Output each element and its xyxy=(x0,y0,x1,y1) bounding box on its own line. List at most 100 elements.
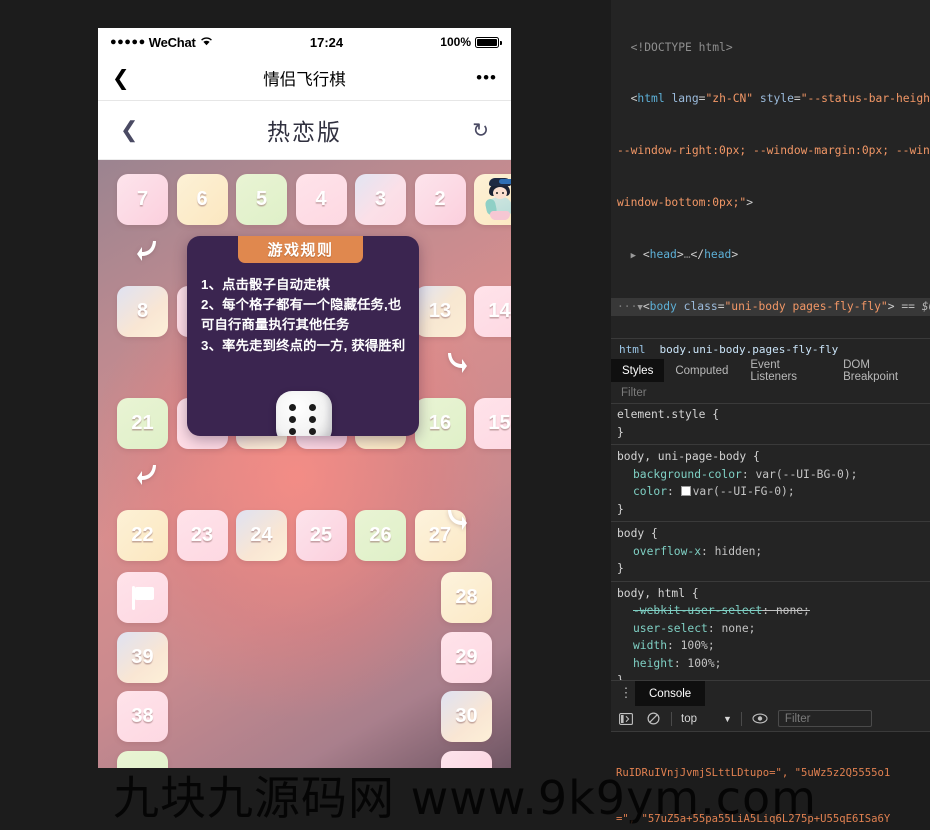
style-selector: body, uni-page-body { xyxy=(617,450,760,463)
board-tile-finish-flag[interactable] xyxy=(117,572,168,623)
console-context-label: top xyxy=(681,712,697,725)
tile-label: 15 xyxy=(488,412,511,434)
live-expression-icon[interactable] xyxy=(751,711,769,727)
arrow-down-left-2 xyxy=(136,462,162,494)
color-swatch[interactable] xyxy=(680,486,691,496)
style-selector: element.style { xyxy=(617,408,720,421)
board-tile[interactable]: 3 xyxy=(355,174,406,225)
style-value: var(--UI-FG-0); xyxy=(692,485,795,498)
dom-line[interactable]: <html lang="zh-CN" style="--status-bar-h… xyxy=(617,90,930,107)
tab-computed[interactable]: Computed xyxy=(664,359,739,382)
tab-console[interactable]: Console xyxy=(635,681,706,706)
board-tile[interactable]: 37 xyxy=(117,750,168,769)
style-declaration[interactable]: user-select: none; xyxy=(617,620,930,638)
arrow-down-left-1 xyxy=(136,238,162,270)
board-tile[interactable]: 21 xyxy=(117,398,168,449)
chevron-down-icon[interactable]: ▼ xyxy=(723,714,732,724)
game-rules-card: 游戏规则 1、点击骰子自动走棋 2、每个格子都有一个隐藏任务,也 可自行商量执行… xyxy=(187,236,419,436)
style-rule[interactable]: body { overflow-x: hidden; } xyxy=(611,522,930,582)
style-selector: body, html { xyxy=(617,586,699,600)
toolbar-divider xyxy=(671,711,672,726)
tile-label: 38 xyxy=(131,705,154,727)
board-tile[interactable]: 28 xyxy=(441,572,492,623)
tile-label: 24 xyxy=(250,524,273,546)
board-tile[interactable]: 13 xyxy=(414,286,466,337)
sub-back-chevron-left-icon[interactable]: ❮ xyxy=(120,117,154,143)
style-value: none; xyxy=(721,621,756,635)
tile-label: 3 xyxy=(374,188,387,210)
game-rules-title: 游戏规则 xyxy=(238,236,363,263)
dom-line[interactable]: ▶ <head>…</head> xyxy=(617,246,930,264)
board-tile-start-avatar[interactable] xyxy=(474,174,511,225)
chevron-left-icon[interactable]: ❮ xyxy=(112,68,142,89)
styles-filter-input[interactable]: Filter xyxy=(611,382,930,404)
console-line: RuIDRuIVnjJvmjSLttLDtupo=", "5uWz5z2Q555… xyxy=(616,766,891,779)
devtools-styles-pane: element.style { } body, uni-page-body { … xyxy=(611,403,930,680)
tab-event-listeners[interactable]: Event Listeners xyxy=(739,359,832,383)
tile-label: 23 xyxy=(190,524,214,546)
console-filter-input[interactable]: Filter xyxy=(777,710,872,727)
show-console-sidebar-icon[interactable] xyxy=(617,711,635,727)
style-declaration-struck[interactable]: -webkit-user-select: none; xyxy=(617,602,930,620)
tile-label: 14 xyxy=(488,300,511,322)
board-tile[interactable]: 16 xyxy=(414,398,466,449)
board-tile[interactable]: 38 xyxy=(117,691,168,742)
board-tile[interactable]: 15 xyxy=(474,398,511,449)
style-declaration[interactable]: color: var(--UI-FG-0); xyxy=(617,483,930,501)
board-tile[interactable]: 25 xyxy=(295,510,347,561)
dom-line[interactable]: window-bottom:0px;"> xyxy=(617,194,930,211)
clear-console-icon[interactable] xyxy=(644,711,662,727)
refresh-icon[interactable]: ↻ xyxy=(455,118,489,143)
tile-column-left: 39 38 37 xyxy=(117,572,168,768)
style-prop: color xyxy=(633,485,668,498)
breadcrumb-item-html[interactable]: html xyxy=(619,343,646,356)
board-tile[interactable]: 24 xyxy=(236,510,287,561)
style-close-brace: } xyxy=(617,672,930,680)
board-tile[interactable]: 29 xyxy=(441,631,492,683)
console-context-select[interactable]: top ▼ xyxy=(681,713,732,725)
board-tile[interactable]: 23 xyxy=(176,510,228,561)
style-rule[interactable]: element.style { } xyxy=(611,403,930,445)
board-tile[interactable]: 14 xyxy=(474,286,511,337)
board-tile[interactable]: 5 xyxy=(236,174,287,225)
dice-six-icon[interactable] xyxy=(276,391,332,436)
game-board: 7 6 5 4 3 2 8 13 14 21 16 15 22 23 24 25… xyxy=(98,160,511,768)
board-tile[interactable]: 2 xyxy=(414,174,466,225)
style-declaration[interactable]: overflow-x: hidden; xyxy=(617,543,930,561)
tile-label: 16 xyxy=(428,412,452,434)
style-prop: height xyxy=(633,656,674,670)
dom-line-selected-body[interactable]: ···▼<body class="uni-body pages-fly-fly"… xyxy=(611,298,930,317)
style-declaration[interactable]: background-color: var(--UI-BG-0); xyxy=(617,466,930,484)
board-tile[interactable]: 39 xyxy=(117,631,168,683)
tile-column-right: 28 29 30 31 xyxy=(441,572,492,768)
breadcrumb-item-body[interactable]: body.uni-body.pages-fly-fly xyxy=(660,343,839,356)
tab-styles[interactable]: Styles xyxy=(611,359,665,382)
board-tile[interactable]: 7 xyxy=(117,174,168,225)
phone-preview: ●●●●● WeChat 17:24 100% ❮ 情侣飞行棋 ••• ❮ 热恋… xyxy=(98,28,511,768)
dom-line[interactable]: --window-right:0px; --window-margin:0px;… xyxy=(617,142,930,159)
board-tile[interactable]: 22 xyxy=(117,510,168,561)
style-close-brace: } xyxy=(617,502,624,516)
tile-label: 37 xyxy=(131,765,153,769)
rule-line: 2、每个格子都有一个隐藏任务,也 xyxy=(201,297,402,313)
board-tile[interactable]: 6 xyxy=(176,174,228,225)
board-tile[interactable]: 30 xyxy=(441,691,492,742)
more-vertical-icon[interactable]: ⋮ xyxy=(617,687,635,700)
style-value: none; xyxy=(775,604,810,617)
style-declaration[interactable]: height: 100%; xyxy=(617,655,930,673)
style-rule[interactable]: body, html { -webkit-user-select: none; … xyxy=(611,582,930,681)
more-horizontal-icon[interactable]: ••• xyxy=(467,68,497,88)
tile-label: 6 xyxy=(196,188,208,210)
tab-dom-breakpoints[interactable]: DOM Breakpoint xyxy=(832,359,930,383)
dom-line[interactable]: <!DOCTYPE html> xyxy=(617,39,930,56)
style-rule[interactable]: body, uni-page-body { background-color: … xyxy=(611,445,930,522)
board-tile[interactable]: 26 xyxy=(355,510,406,561)
battery-full-icon xyxy=(475,36,502,48)
board-tile[interactable]: 4 xyxy=(295,174,347,225)
style-value: hidden; xyxy=(714,544,763,558)
board-tile[interactable]: 31 xyxy=(441,750,492,768)
style-declaration[interactable]: width: 100%; xyxy=(617,637,930,655)
board-tile[interactable]: 8 xyxy=(117,286,168,337)
screenshot-root: ●●●●● WeChat 17:24 100% ❮ 情侣飞行棋 ••• ❮ 热恋… xyxy=(0,0,930,830)
toolbar-divider-2 xyxy=(740,711,742,726)
